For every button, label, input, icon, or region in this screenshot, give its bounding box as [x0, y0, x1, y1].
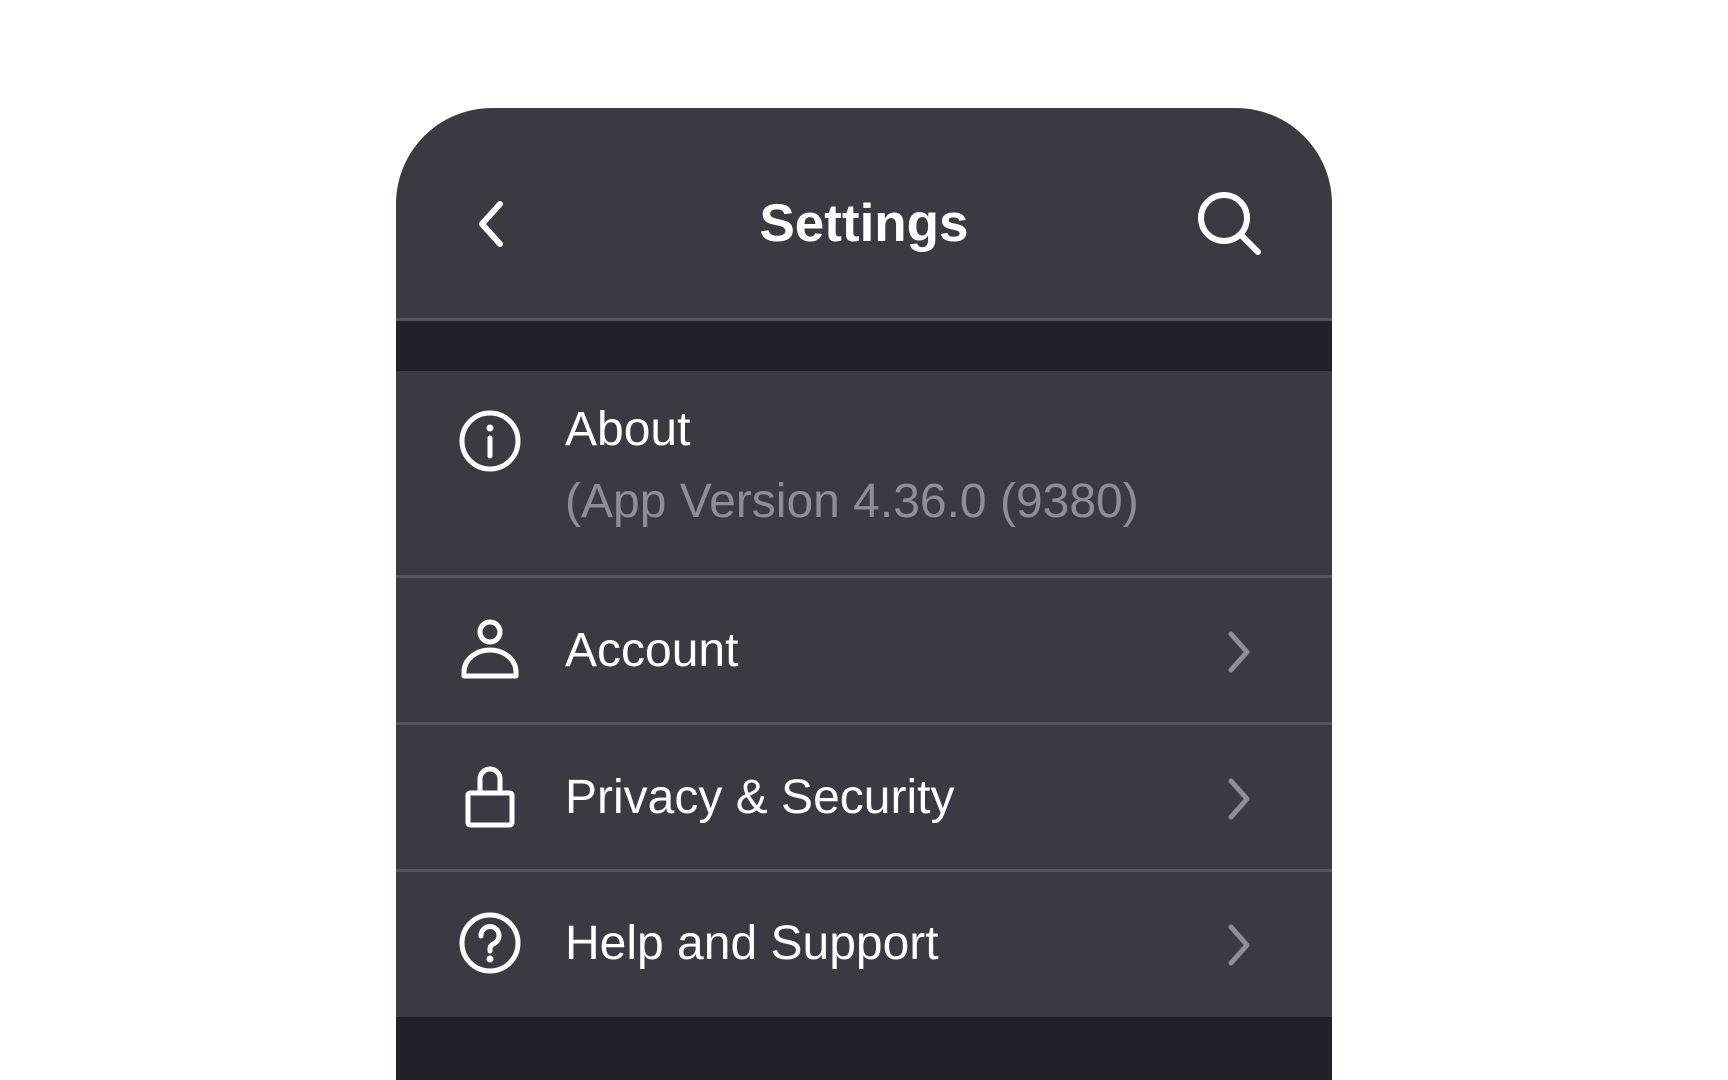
info-circle-icon [458, 409, 522, 473]
menu-item-label: Privacy & Security [565, 771, 955, 824]
lock-icon [458, 765, 522, 829]
chevron-right-icon [1219, 921, 1259, 969]
menu-item-account[interactable]: Account [396, 578, 1332, 725]
menu-item-privacy-security[interactable]: Privacy & Security [396, 725, 1332, 872]
chevron-right-icon [1219, 628, 1259, 676]
top-app-bar: Settings [396, 108, 1332, 321]
person-icon [458, 618, 522, 682]
search-button[interactable] [1192, 186, 1268, 262]
app-version-text: (App Version 4.36.0 (9380) [565, 475, 1139, 528]
menu-item-label: Account [565, 624, 739, 677]
chevron-right-icon [1219, 775, 1259, 823]
question-circle-icon [458, 911, 522, 975]
section-gap [396, 321, 1332, 371]
menu-item-help-support[interactable]: Help and Support [396, 872, 1332, 1017]
menu-item-label: Help and Support [565, 917, 939, 970]
menu-item-label: About [565, 403, 691, 456]
menu-item-about[interactable]: About (App Version 4.36.0 (9380) [396, 371, 1332, 578]
search-icon [1198, 192, 1261, 255]
section-gap [396, 1017, 1332, 1080]
settings-screen: Settings About (App Version 4.36.0 (9380… [396, 108, 1332, 1080]
